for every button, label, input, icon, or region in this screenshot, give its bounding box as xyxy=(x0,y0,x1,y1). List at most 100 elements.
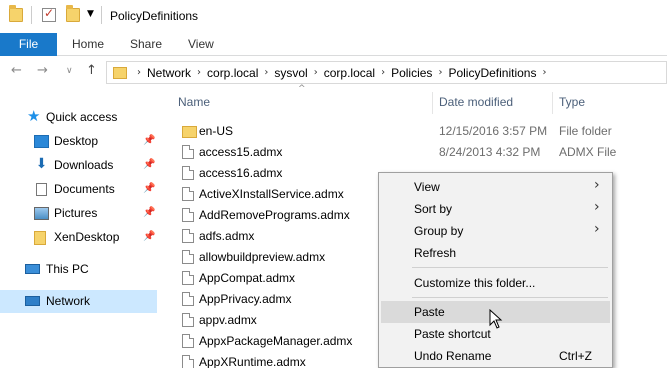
chevron-right-icon[interactable]: › xyxy=(542,67,546,78)
column-header-date[interactable]: Date modified xyxy=(439,88,513,116)
pin-icon[interactable]: 📌 xyxy=(143,159,155,170)
separator xyxy=(31,6,32,24)
ribbon-tabs: File Home Share View xyxy=(0,33,667,56)
documents-icon xyxy=(36,183,47,196)
properties-icon[interactable] xyxy=(42,6,56,22)
menu-separator xyxy=(412,297,608,298)
chevron-right-icon[interactable]: › xyxy=(381,67,385,78)
sidebar-item-quick-access[interactable]: ★ Quick access xyxy=(0,106,157,129)
navigation-bar: ← → ∨ ↑ › Network › corp.local › sysvol … xyxy=(0,56,667,88)
file-row-en-us[interactable]: en-US 12/15/2016 3:57 PM File folder xyxy=(157,121,667,142)
menu-item-label: Customize this folder... xyxy=(414,276,536,290)
breadcrumb-network[interactable]: Network xyxy=(147,66,191,80)
pin-icon[interactable]: 📌 xyxy=(143,135,155,146)
sidebar-item-pictures[interactable]: Pictures 📌 xyxy=(0,202,157,225)
breadcrumb-corp-local-2[interactable]: corp.local xyxy=(324,66,375,80)
folder-icon xyxy=(34,231,46,245)
menu-item-undo-rename[interactable]: Undo Rename Ctrl+Z xyxy=(381,345,610,367)
network-icon xyxy=(25,296,40,306)
file-name: access15.admx xyxy=(199,145,283,159)
sidebar-item-this-pc[interactable]: This PC xyxy=(0,258,157,281)
breadcrumb-sysvol[interactable]: sysvol xyxy=(274,66,307,80)
back-icon[interactable]: ← xyxy=(11,63,22,78)
column-header-name[interactable]: Name xyxy=(178,88,210,116)
sidebar-item-label: Network xyxy=(46,294,91,308)
chevron-right-icon[interactable]: › xyxy=(197,67,201,78)
sort-ascending-icon: ^ xyxy=(298,84,306,94)
column-divider[interactable] xyxy=(552,92,553,114)
file-icon xyxy=(182,229,194,243)
mouse-cursor-icon xyxy=(489,309,503,329)
file-row[interactable]: access15.admx 8/24/2013 4:32 PM ADMX Fil… xyxy=(157,142,667,163)
file-type: ADMX File xyxy=(559,145,617,159)
computer-icon xyxy=(25,264,40,274)
forward-icon[interactable]: → xyxy=(37,63,48,78)
pin-icon[interactable]: 📌 xyxy=(143,231,155,242)
sidebar-item-desktop[interactable]: Desktop 📌 xyxy=(0,130,157,153)
chevron-right-icon[interactable]: › xyxy=(264,67,268,78)
sidebar-item-label: Pictures xyxy=(54,206,98,220)
column-header-type[interactable]: Type xyxy=(559,88,585,116)
sidebar-item-label: Downloads xyxy=(54,158,114,172)
sidebar-item-label: Quick access xyxy=(46,110,118,124)
new-folder-icon[interactable] xyxy=(66,5,80,22)
sidebar-item-label: This PC xyxy=(46,262,89,276)
menu-item-label: Sort by xyxy=(414,202,453,216)
tab-view[interactable]: View xyxy=(188,33,214,56)
chevron-right-icon: › xyxy=(594,199,600,215)
file-name: AppPrivacy.admx xyxy=(199,292,292,306)
menu-item-label: View xyxy=(414,180,440,194)
menu-item-customize-folder[interactable]: Customize this folder... xyxy=(381,272,610,294)
file-icon xyxy=(182,271,194,285)
file-name: access16.admx xyxy=(199,166,283,180)
chevron-right-icon: › xyxy=(594,177,600,193)
menu-item-label: Paste xyxy=(414,305,445,319)
chevron-right-icon: › xyxy=(594,221,600,237)
file-icon xyxy=(182,313,194,327)
recent-locations-icon[interactable]: ∨ xyxy=(66,66,73,76)
column-divider[interactable] xyxy=(432,92,433,114)
tab-share[interactable]: Share xyxy=(130,33,162,56)
file-name: AppXRuntime.admx xyxy=(199,355,306,368)
file-icon xyxy=(182,187,194,201)
chevron-right-icon[interactable]: › xyxy=(314,67,318,78)
file-icon xyxy=(182,208,194,222)
breadcrumb-policydefinitions[interactable]: PolicyDefinitions xyxy=(448,66,536,80)
file-name: allowbuildpreview.admx xyxy=(199,250,326,264)
customize-toolbar-icon[interactable]: ▼ xyxy=(87,9,94,19)
address-bar[interactable]: › Network › corp.local › sysvol › corp.l… xyxy=(106,61,667,84)
menu-item-group-by[interactable]: Group by › xyxy=(381,220,610,242)
file-name: adfs.admx xyxy=(199,229,255,243)
menu-item-label: Paste shortcut xyxy=(414,327,491,341)
file-name: en-US xyxy=(199,124,234,138)
menu-item-shortcut: Ctrl+Z xyxy=(559,349,592,363)
sidebar-item-documents[interactable]: Documents 📌 xyxy=(0,178,157,201)
menu-item-refresh[interactable]: Refresh xyxy=(381,242,610,264)
menu-item-sort-by[interactable]: Sort by › xyxy=(381,198,610,220)
navigation-pane: ★ Quick access Desktop 📌 ⬇ Downloads 📌 D… xyxy=(0,88,157,368)
folder-icon xyxy=(182,126,197,138)
window-title: PolicyDefinitions xyxy=(110,9,199,23)
sidebar-item-downloads[interactable]: ⬇ Downloads 📌 xyxy=(0,154,157,177)
sidebar-item-xendesktop[interactable]: XenDesktop 📌 xyxy=(0,226,157,249)
chevron-right-icon[interactable]: › xyxy=(137,67,141,78)
file-icon xyxy=(182,292,194,306)
tab-file[interactable]: File xyxy=(0,33,57,56)
file-icon xyxy=(182,355,194,368)
menu-item-view[interactable]: View › xyxy=(381,176,610,198)
tab-home[interactable]: Home xyxy=(72,33,104,56)
title-bar: ▼ PolicyDefinitions xyxy=(0,0,667,33)
separator xyxy=(101,6,102,24)
file-icon xyxy=(182,145,194,159)
file-date: 8/24/2013 4:32 PM xyxy=(439,145,541,159)
file-name: AppxPackageManager.admx xyxy=(199,334,353,348)
file-name: AddRemovePrograms.admx xyxy=(199,208,350,222)
breadcrumb-corp-local[interactable]: corp.local xyxy=(207,66,258,80)
sidebar-item-network[interactable]: Network xyxy=(0,290,157,313)
pin-icon[interactable]: 📌 xyxy=(143,183,155,194)
chevron-right-icon[interactable]: › xyxy=(438,67,442,78)
breadcrumb-policies[interactable]: Policies xyxy=(391,66,432,80)
up-icon[interactable]: ↑ xyxy=(86,63,97,78)
sidebar-item-label: Desktop xyxy=(54,134,99,148)
pin-icon[interactable]: 📌 xyxy=(143,207,155,218)
